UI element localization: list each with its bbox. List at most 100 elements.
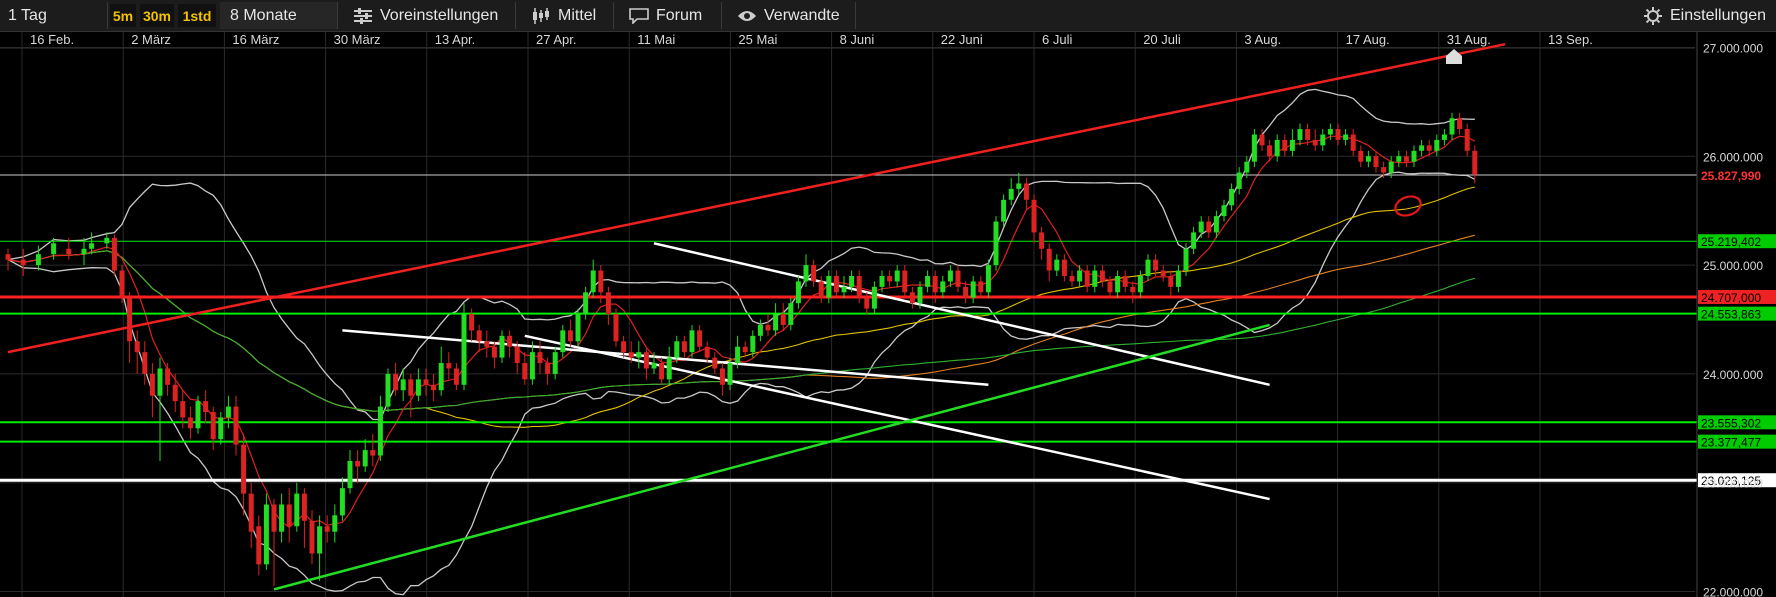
candle-body <box>241 444 247 494</box>
y-tick-label: 23.000.000 <box>1703 477 1763 491</box>
y-tick-label: 25.000.000 <box>1703 259 1763 273</box>
settings-button[interactable]: Einstellungen <box>1638 2 1776 29</box>
candle-body <box>180 401 186 418</box>
trendline <box>7 42 1506 354</box>
candle-body <box>742 346 748 353</box>
x-tick-label: 25 Mai <box>738 32 777 47</box>
forum-button[interactable]: Forum <box>616 2 722 29</box>
timeframe-1std-button[interactable]: 1std <box>178 4 216 27</box>
candle-body <box>1191 232 1197 249</box>
candle-body <box>1084 270 1090 287</box>
timeframe-5m-button[interactable]: 5m <box>110 4 136 27</box>
candle-body <box>1137 275 1143 293</box>
candle-body <box>1168 275 1174 287</box>
candle-body <box>446 363 452 369</box>
candle-body <box>127 297 133 342</box>
period-label: 1 Tag <box>8 6 47 24</box>
candle-body <box>271 504 277 532</box>
x-tick-label: 17 Aug. <box>1346 32 1390 47</box>
candle-body <box>294 493 300 527</box>
candle-body <box>355 460 361 467</box>
candle-body <box>415 379 421 396</box>
indicator-button[interactable]: Mittel <box>518 2 614 29</box>
candle-body <box>1054 259 1060 271</box>
x-tick-label: 16 Feb. <box>30 32 74 47</box>
candle-body <box>165 368 171 385</box>
presets-button[interactable]: Voreinstellungen <box>340 2 516 29</box>
candle-body <box>89 243 95 249</box>
candle-body <box>1099 270 1105 282</box>
moving-average-150-line <box>7 250 1475 412</box>
candle-body <box>522 363 528 380</box>
candle-body <box>309 520 315 554</box>
candle-body <box>1320 134 1326 146</box>
x-tick-label: 2 März <box>131 32 171 47</box>
speech-bubble-icon <box>628 7 650 25</box>
candle-body <box>81 248 87 255</box>
y-tick-label: 26.000.000 <box>1703 150 1763 164</box>
candle-body <box>233 406 239 445</box>
candle-body <box>613 314 619 342</box>
candle-body <box>1122 275 1128 287</box>
candle-body <box>590 270 596 293</box>
level-label: 24.553,863 <box>1701 308 1761 322</box>
candle-body <box>909 292 915 304</box>
candle-body <box>1259 134 1265 146</box>
candle-body <box>985 265 991 293</box>
candle-body <box>552 352 558 374</box>
candle-body <box>1441 134 1447 140</box>
y-tick-label: 27.000.000 <box>1703 41 1763 55</box>
candle-body <box>484 341 490 347</box>
level-label: 24.707,000 <box>1701 291 1761 305</box>
price-chart[interactable]: 25.827,990 25.219,402 24.707,000 24.553,863… <box>0 32 1776 597</box>
candle-body <box>856 275 862 298</box>
candle-body <box>218 417 224 440</box>
candle-body <box>932 275 938 293</box>
candle-body <box>5 254 11 260</box>
candle-body <box>172 384 178 402</box>
candle-body <box>1434 139 1440 151</box>
candle-body <box>1160 270 1166 276</box>
related-button[interactable]: Verwandte <box>724 2 856 29</box>
eye-icon <box>736 7 758 25</box>
candle-body <box>461 314 467 385</box>
candle-body <box>324 526 330 532</box>
candle-body <box>1198 221 1204 233</box>
candle-body <box>491 346 497 358</box>
candlestick-icon <box>530 7 552 25</box>
level-label: 25.827,990 <box>1701 169 1761 183</box>
candle-body <box>362 450 368 467</box>
candle-body <box>111 237 117 271</box>
candle-body <box>803 265 809 282</box>
range-selector[interactable]: 8 Monate <box>220 2 338 29</box>
candle-body <box>780 314 786 325</box>
candle-body <box>879 275 885 287</box>
y-tick-label: 22.000.000 <box>1703 586 1763 597</box>
trendline <box>273 323 1270 591</box>
candle-body <box>674 341 680 358</box>
candle-body <box>431 384 437 391</box>
candle-body <box>1312 139 1318 146</box>
candle-body <box>621 341 627 353</box>
x-tick-label: 31 Aug. <box>1447 32 1491 47</box>
candle-body <box>970 281 976 298</box>
candle-body <box>1221 205 1227 217</box>
candle-body <box>757 324 763 336</box>
current-period-marker <box>1446 49 1462 64</box>
candle-body <box>400 379 406 391</box>
candle-body <box>1403 156 1409 162</box>
candle-body <box>818 281 824 298</box>
timeframe-30m-button[interactable]: 30m <box>140 4 174 27</box>
candle-body <box>1365 156 1371 162</box>
period-selector[interactable]: 1 Tag <box>0 2 108 29</box>
candle-body <box>993 221 999 266</box>
x-tick-label: 27 Apr. <box>536 32 576 47</box>
candle-body <box>1175 270 1181 287</box>
candle-body <box>256 526 262 565</box>
x-tick-label: 11 Mai <box>637 32 675 47</box>
candle-body <box>1289 139 1295 151</box>
x-tick-label: 16 März <box>232 32 279 47</box>
trendlines <box>7 42 1506 591</box>
candle-body <box>567 330 573 342</box>
moving-average-100-line <box>7 234 1475 412</box>
